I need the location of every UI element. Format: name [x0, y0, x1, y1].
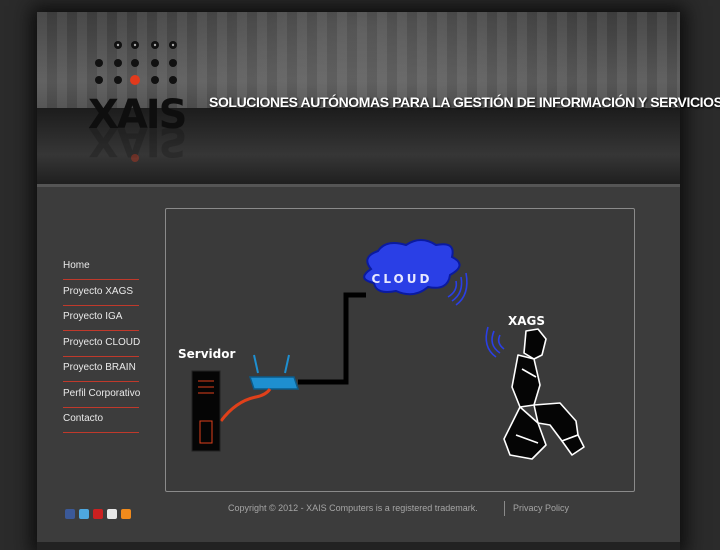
xags-robot-icon — [503, 328, 585, 460]
bottom-bar — [37, 542, 680, 550]
robot-label: XAGS — [508, 314, 545, 328]
network-cable — [298, 292, 366, 385]
cloud-label: CLOUD — [372, 272, 433, 286]
network-diagram: CLOUD Servidor XAGS — [178, 239, 585, 460]
nav-item-perfil-corporativo[interactable]: Perfil Corporativo — [63, 385, 140, 408]
nav-item-home[interactable]: Home — [63, 257, 139, 280]
youtube-icon[interactable] — [93, 508, 103, 519]
nav-item-contacto[interactable]: Contacto — [63, 410, 139, 433]
facebook-icon[interactable] — [65, 508, 75, 519]
nav-item-proyecto-brain[interactable]: Proyecto BRAIN — [63, 359, 139, 382]
robot-wifi-icon — [485, 326, 505, 358]
header-banner: XAIS XAIS SOLUCIONES AUTÓNOMAS PARA LA G… — [37, 12, 720, 186]
main-nav: Home Proyecto XAGS Proyecto IGA Proyecto… — [63, 257, 140, 436]
page-container: XAIS XAIS SOLUCIONES AUTÓNOMAS PARA LA G… — [37, 12, 720, 550]
server-cable — [219, 388, 272, 422]
xais-logo[interactable]: XAIS XAIS — [85, 40, 197, 170]
nav-item-proyecto-iga[interactable]: Proyecto IGA — [63, 308, 139, 331]
footer-divider — [504, 501, 505, 516]
header-divider — [37, 184, 680, 187]
router-icon — [248, 354, 300, 390]
footer-copyright: Copyright © 2012 - XAIS Computers is a r… — [228, 503, 478, 513]
cloud-wifi-icon — [447, 272, 468, 306]
server-icon — [191, 370, 221, 452]
cloud-icon: CLOUD — [363, 239, 461, 296]
content-panel: CLOUD Servidor XAGS — [165, 208, 635, 492]
header-tagline: SOLUCIONES AUTÓNOMAS PARA LA GESTIÓN DE … — [209, 94, 720, 110]
rss-icon[interactable] — [121, 508, 131, 519]
privacy-policy-link[interactable]: Privacy Policy — [513, 503, 569, 513]
twitter-icon[interactable] — [79, 508, 89, 519]
social-links — [65, 503, 135, 522]
nav-item-proyecto-cloud[interactable]: Proyecto CLOUD — [63, 334, 140, 357]
server-label: Servidor — [178, 347, 235, 361]
email-icon[interactable] — [107, 508, 117, 519]
nav-item-proyecto-xags[interactable]: Proyecto XAGS — [63, 283, 139, 306]
